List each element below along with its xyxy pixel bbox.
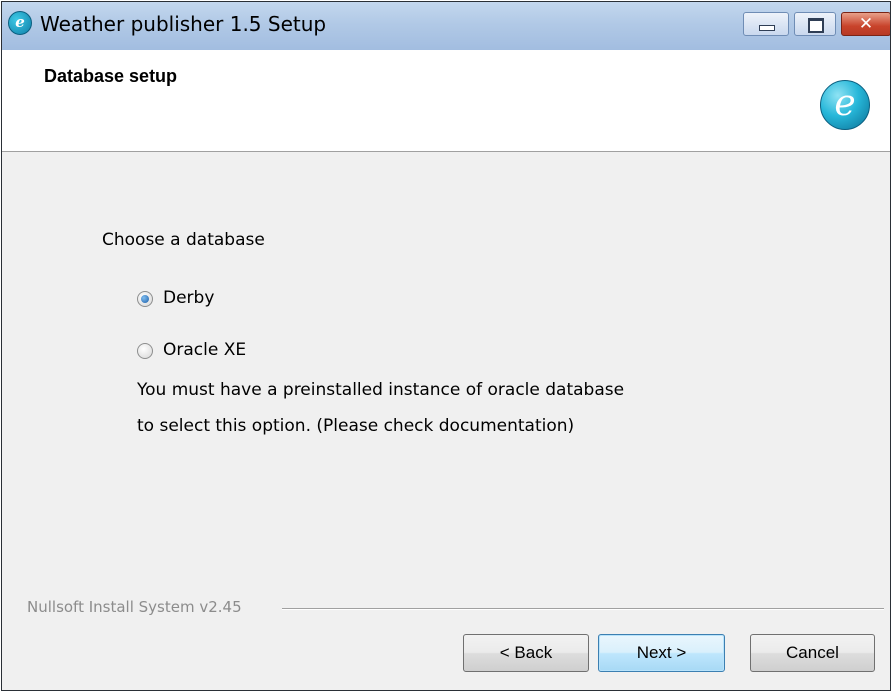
- back-button[interactable]: < Back: [463, 634, 589, 672]
- radio-button-oracle-xe[interactable]: [137, 343, 153, 359]
- next-button[interactable]: Next >: [598, 634, 725, 672]
- oracle-note-line-2: to select this option. (Please check doc…: [137, 416, 575, 436]
- installer-window: e Weather publisher 1.5 Setup ✕ Database…: [1, 1, 891, 691]
- maximize-button[interactable]: [794, 12, 836, 36]
- close-icon: ✕: [858, 14, 874, 34]
- window-title: Weather publisher 1.5 Setup: [40, 12, 327, 36]
- close-button[interactable]: ✕: [841, 12, 890, 36]
- footer-divider: [282, 608, 884, 610]
- page-header: Database setup e: [2, 50, 890, 152]
- oracle-note-line-1: You must have a preinstalled instance of…: [137, 380, 625, 400]
- radio-label-oracle-xe[interactable]: Oracle XE: [163, 340, 246, 360]
- product-logo: e: [820, 80, 870, 130]
- minimize-icon: [759, 25, 775, 31]
- maximize-icon: [808, 18, 824, 33]
- database-prompt: Choose a database: [102, 230, 265, 250]
- installer-branding: Nullsoft Install System v2.45: [27, 598, 242, 616]
- page-title: Database setup: [44, 66, 178, 86]
- app-icon[interactable]: e: [8, 11, 32, 35]
- radio-label-derby[interactable]: Derby: [163, 288, 214, 308]
- radio-button-derby[interactable]: [137, 291, 153, 307]
- page-content: Choose a database Derby Oracle XE You mu…: [2, 152, 890, 690]
- cancel-button[interactable]: Cancel: [750, 634, 875, 672]
- title-bar[interactable]: e Weather publisher 1.5 Setup ✕: [2, 2, 890, 51]
- minimize-button[interactable]: [743, 12, 789, 36]
